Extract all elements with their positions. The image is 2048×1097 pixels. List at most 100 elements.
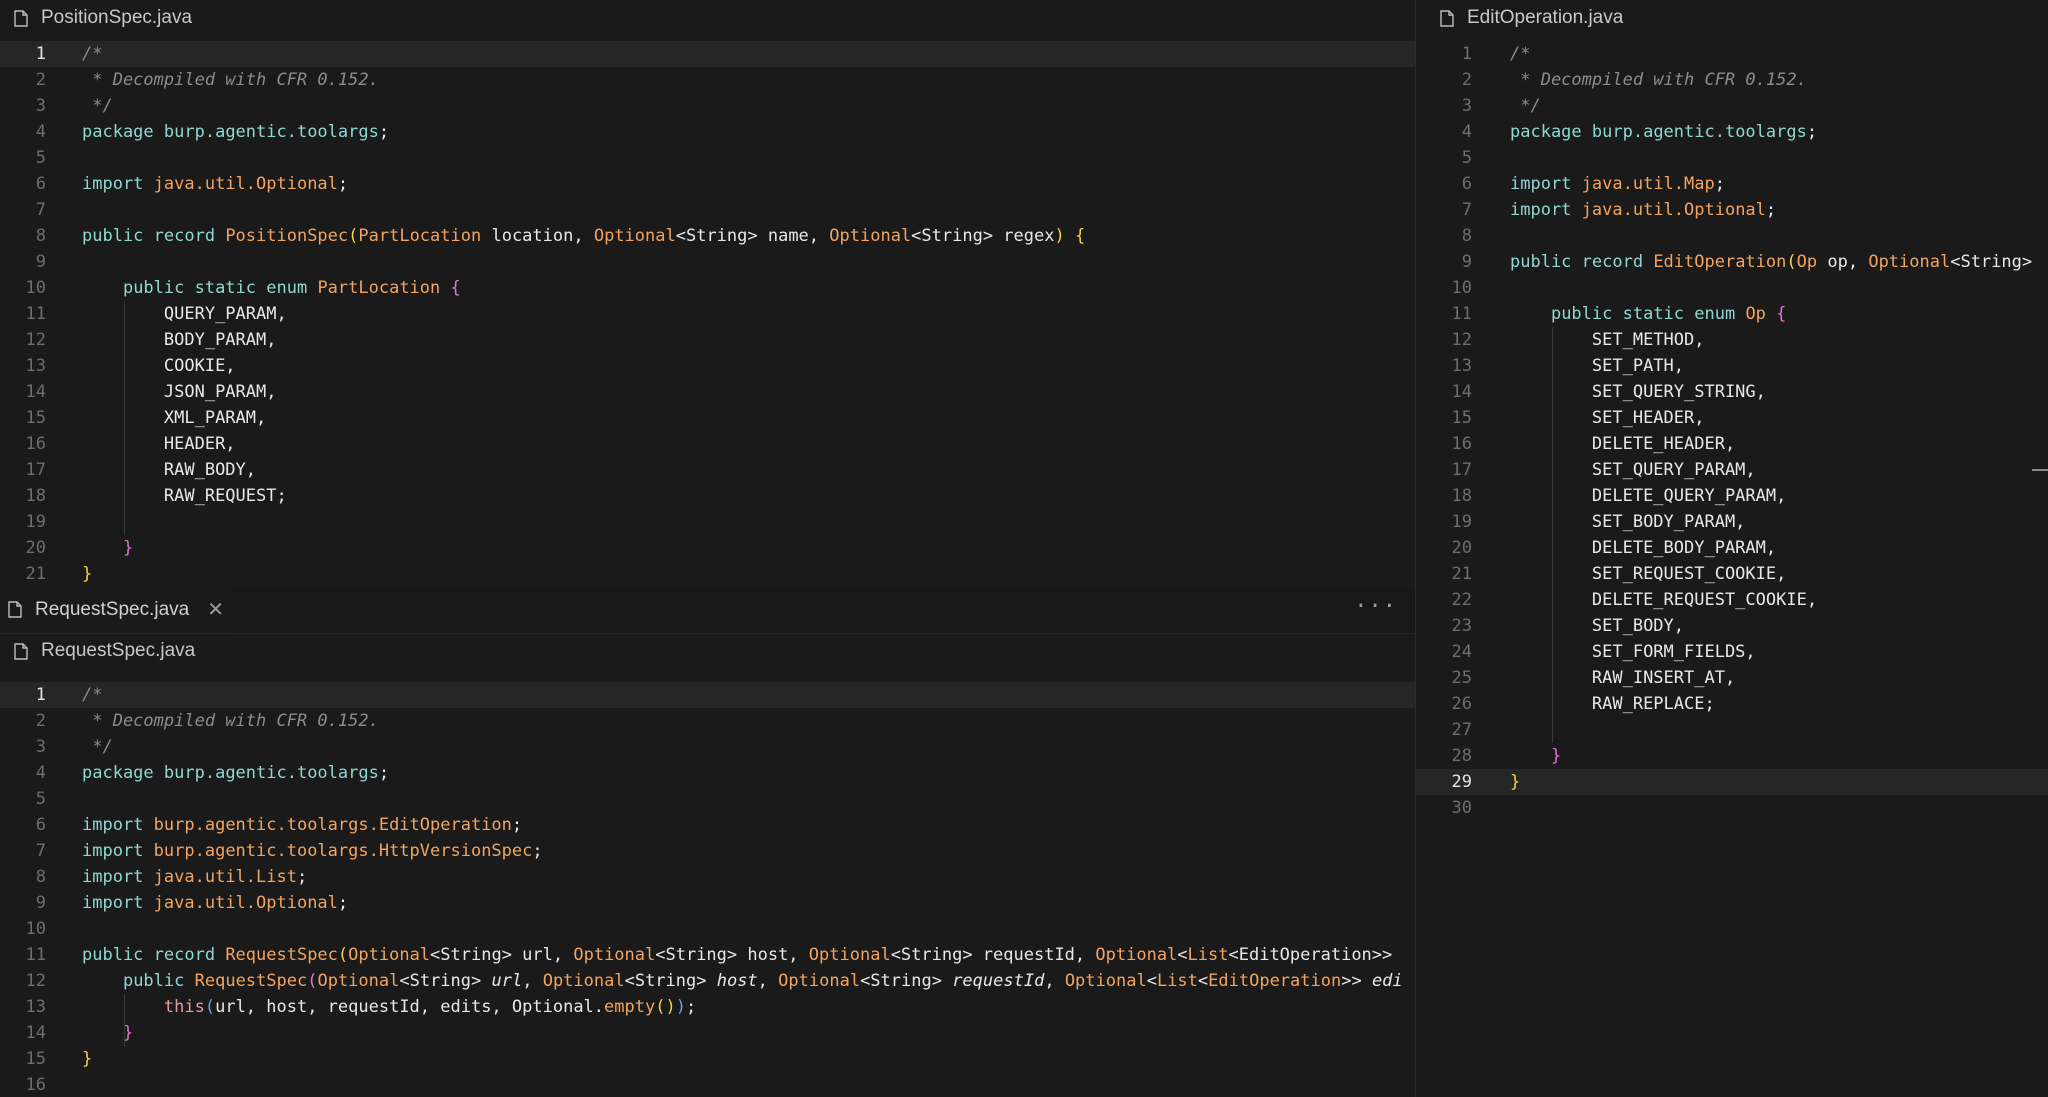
code-line[interactable]: 14 SET_QUERY_STRING,: [1416, 379, 2048, 405]
code-line[interactable]: 13 SET_PATH,: [1416, 353, 2048, 379]
line-number: 14: [25, 382, 46, 402]
code-line[interactable]: 9: [0, 249, 1415, 275]
code-line[interactable]: 5: [0, 145, 1415, 171]
code-line[interactable]: 1 /*: [0, 41, 1415, 67]
file-breadcrumb[interactable]: RequestSpec.java: [0, 633, 1415, 669]
code-line[interactable]: 23 SET_BODY,: [1416, 613, 2048, 639]
file-breadcrumb[interactable]: EditOperation.java: [1416, 0, 2048, 36]
code-line[interactable]: 5: [0, 786, 1415, 812]
line-text: SET_QUERY_STRING,: [1591, 382, 1766, 402]
line-text: package burp.agentic.toolargs;: [82, 122, 390, 142]
code-line[interactable]: 10: [1416, 275, 2048, 301]
code-line[interactable]: 3 */: [0, 734, 1415, 760]
line-number: 15: [1451, 408, 1472, 428]
line-text: QUERY_PARAM,: [163, 304, 287, 324]
line-text: import burp.agentic.toolargs.EditOperati…: [82, 815, 523, 835]
line-text: import java.util.List;: [82, 867, 308, 887]
code-line[interactable]: 30: [1416, 795, 2048, 821]
code-line[interactable]: 29}: [1416, 769, 2048, 795]
code-line[interactable]: 12 SET_METHOD,: [1416, 327, 2048, 353]
code-line[interactable]: 11 QUERY_PARAM,: [0, 301, 1415, 327]
code-line[interactable]: 4 package burp.agentic.toolargs;: [0, 760, 1415, 786]
code-line[interactable]: 9 import java.util.Optional;: [0, 890, 1415, 916]
code-line[interactable]: 14 JSON_PARAM,: [0, 379, 1415, 405]
line-text: JSON_PARAM,: [163, 382, 277, 402]
code-line[interactable]: 16: [0, 1072, 1415, 1097]
line-number: 29: [1451, 772, 1472, 792]
editor-pane-position-spec[interactable]: PositionSpec.java 1 /* 2 * Decompiled with…: [0, 0, 1415, 586]
code-line[interactable]: 18 RAW_REQUEST;: [0, 483, 1415, 509]
code-line[interactable]: 7 import burp.agentic.toolargs.HttpVersio…: [0, 838, 1415, 864]
line-text: }: [82, 1049, 93, 1069]
code-line[interactable]: 21}: [0, 561, 1415, 586]
code-line[interactable]: 17 RAW_BODY,: [0, 457, 1415, 483]
code-line[interactable]: 15 XML_PARAM,: [0, 405, 1415, 431]
line-number: 13: [25, 356, 46, 376]
code-line[interactable]: 2 * Decompiled with CFR 0.152.: [0, 67, 1415, 93]
line-number: 14: [1451, 382, 1472, 402]
code-line[interactable]: 17 SET_QUERY_PARAM,: [1416, 457, 2048, 483]
line-text: import java.util.Optional;: [82, 893, 349, 913]
code-line[interactable]: 6 import java.util.Optional;: [0, 171, 1415, 197]
code-line[interactable]: 15}: [0, 1046, 1415, 1072]
code-line[interactable]: 2 * Decompiled with CFR 0.152.: [1416, 67, 2048, 93]
code-line[interactable]: 3 */: [1416, 93, 2048, 119]
code-line[interactable]: 28 }: [1416, 743, 2048, 769]
code-line[interactable]: 1 /*: [1416, 41, 2048, 67]
code-line[interactable]: 6 import burp.agentic.toolargs.EditOperat…: [0, 812, 1415, 838]
code-line[interactable]: 7: [0, 197, 1415, 223]
line-number: 1: [35, 685, 46, 705]
code-line[interactable]: 2 * Decompiled with CFR 0.152.: [0, 708, 1415, 734]
code-line[interactable]: 19: [0, 509, 1415, 535]
file-name: EditOperation.java: [1467, 7, 1624, 28]
code-line[interactable]: 11 public static enum Op {: [1416, 301, 2048, 327]
line-text: */: [1510, 96, 1541, 116]
code-line[interactable]: 3 */: [0, 93, 1415, 119]
code-line[interactable]: 27: [1416, 717, 2048, 743]
line-number: 25: [1451, 668, 1472, 688]
code-line[interactable]: 14 }: [0, 1020, 1415, 1046]
code-line[interactable]: 19 SET_BODY_PARAM,: [1416, 509, 2048, 535]
code-line[interactable]: 11 public record RequestSpec(Optional<Str…: [0, 942, 1415, 968]
more-actions-icon[interactable]: ···: [1354, 594, 1397, 619]
code-line[interactable]: 20 DELETE_BODY_PARAM,: [1416, 535, 2048, 561]
code-line[interactable]: 16 HEADER,: [0, 431, 1415, 457]
code-line[interactable]: 5: [1416, 145, 2048, 171]
code-line[interactable]: 13 COOKIE,: [0, 353, 1415, 379]
code-line[interactable]: 15 SET_HEADER,: [1416, 405, 2048, 431]
code-line[interactable]: 10: [0, 916, 1415, 942]
line-text: SET_FORM_FIELDS,: [1591, 642, 1756, 662]
code-line[interactable]: 18 DELETE_QUERY_PARAM,: [1416, 483, 2048, 509]
code-line[interactable]: 20 }: [0, 535, 1415, 561]
code-line[interactable]: 1 /*: [0, 682, 1415, 708]
code-line[interactable]: 4 package burp.agentic.toolargs;: [1416, 119, 2048, 145]
code-line[interactable]: 12 BODY_PARAM,: [0, 327, 1415, 353]
code-line[interactable]: 21 SET_REQUEST_COOKIE,: [1416, 561, 2048, 587]
tab-request-spec[interactable]: RequestSpec.java ✕: [0, 586, 232, 633]
line-text: }: [122, 1023, 134, 1043]
editor-pane-edit-operation[interactable]: EditOperation.java 1 /* 2 * Decompiled wit…: [1416, 0, 2048, 1097]
code-line[interactable]: 25 RAW_INSERT_AT,: [1416, 665, 2048, 691]
code-line[interactable]: 24 SET_FORM_FIELDS,: [1416, 639, 2048, 665]
close-icon[interactable]: ✕: [207, 597, 224, 622]
code-line[interactable]: 16 DELETE_HEADER,: [1416, 431, 2048, 457]
code-line[interactable]: 10 public static enum PartLocation {: [0, 275, 1415, 301]
code-line[interactable]: 13 this(url, host, requestId, edits, Opt…: [0, 994, 1415, 1020]
code-line[interactable]: 26 RAW_REPLACE;: [1416, 691, 2048, 717]
file-breadcrumb[interactable]: PositionSpec.java: [0, 0, 1415, 36]
code-line[interactable]: 4 package burp.agentic.toolargs;: [0, 119, 1415, 145]
line-number: 27: [1451, 720, 1472, 740]
line-number: 22: [1451, 590, 1472, 610]
line-text: }: [1510, 772, 1521, 792]
editor-pane-request-spec[interactable]: RequestSpec.java ✕ ··· RequestSpec.java …: [0, 586, 1415, 1097]
code-line[interactable]: 12 public RequestSpec(Optional<String> u…: [0, 968, 1415, 994]
code-line[interactable]: 8 import java.util.List;: [0, 864, 1415, 890]
code-line[interactable]: 9 public record EditOperation(Op op, Opti…: [1416, 249, 2048, 275]
code-line[interactable]: 6 import java.util.Map;: [1416, 171, 2048, 197]
code-line[interactable]: 8: [1416, 223, 2048, 249]
code-line[interactable]: 8 public record PositionSpec(PartLocation…: [0, 223, 1415, 249]
code-line[interactable]: 22 DELETE_REQUEST_COOKIE,: [1416, 587, 2048, 613]
code-line[interactable]: 7 import java.util.Optional;: [1416, 197, 2048, 223]
line-text: SET_PATH,: [1591, 356, 1685, 376]
line-text: public static enum PartLocation {: [122, 278, 461, 298]
